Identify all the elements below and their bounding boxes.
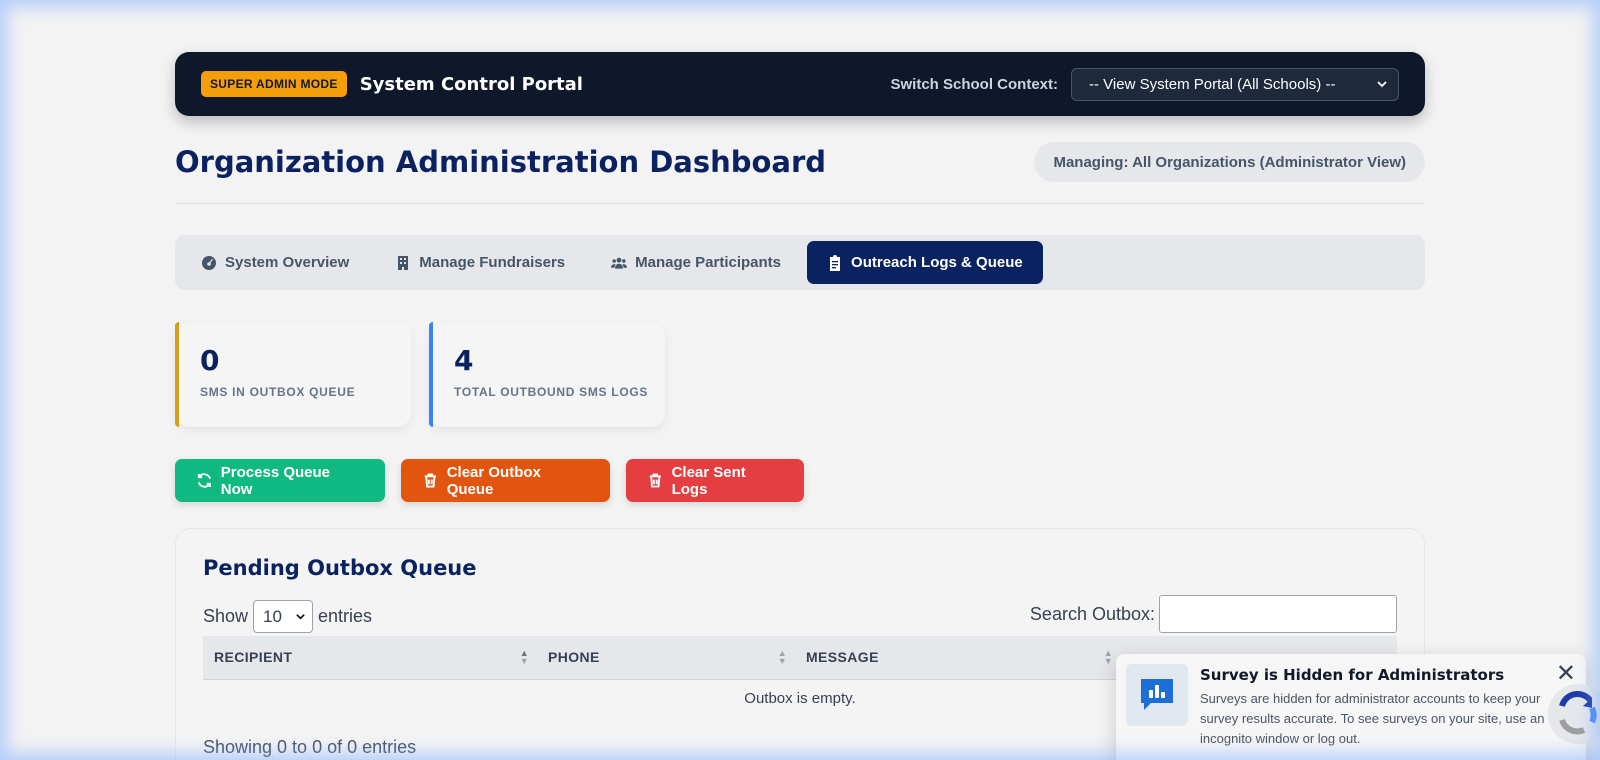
process-queue-button[interactable]: Process Queue Now [175,459,385,502]
column-header-message[interactable]: MESSAGE ▲ ▼ [795,636,1121,680]
column-label: PHONE [548,649,600,666]
panel-title: Pending Outbox Queue [203,556,477,580]
tab-manage-fundraisers[interactable]: Manage Fundraisers [375,241,585,284]
stat-value: 0 [200,344,220,377]
top-bar-left: SUPER ADMIN MODE System Control Portal [201,71,583,97]
context-switcher: Switch School Context: -- View System Po… [890,67,1399,101]
toast-content: Survey is Hidden for Administrators Surv… [1200,664,1554,760]
chevron-down-icon [296,614,305,620]
show-label: Show [203,606,249,626]
tab-manage-participants[interactable]: Manage Participants [591,241,801,284]
stat-label: TOTAL OUTBOUND SMS LOGS [454,385,649,399]
button-label: Process Queue Now [220,463,330,498]
entries-select[interactable]: 10 [253,600,314,633]
refresh-icon [197,473,211,488]
toast-body: Surveys are hidden for administrator acc… [1200,691,1545,746]
trash-icon [649,473,661,488]
tab-label: Manage Fundraisers [419,254,566,271]
column-header-recipient[interactable]: RECIPIENT ▲ ▼ [203,636,537,680]
tab-system-overview[interactable]: System Overview [181,241,369,284]
school-context-value: -- View System Portal (All Schools) -- [1089,75,1336,93]
close-icon[interactable]: ✕ [1556,662,1576,686]
clear-outbox-button[interactable]: Clear Outbox Queue [401,459,610,502]
tab-outreach-logs[interactable]: Outreach Logs & Queue [807,241,1043,284]
column-header-phone[interactable]: PHONE ▲ ▼ [537,636,795,680]
stat-card-outbox-queue: 0 SMS IN OUTBOX QUEUE [175,322,411,427]
trash-icon [424,473,436,488]
tab-label: System Overview [225,254,350,271]
tab-bar: System Overview Manage Fundraisers Manag… [175,235,1425,290]
sort-icon: ▲ ▼ [777,648,787,666]
survey-notice-toast: Survey is Hidden for Administrators Surv… [1116,654,1586,760]
stats-row: 0 SMS IN OUTBOX QUEUE 4 TOTAL OUTBOUND S… [175,322,1425,427]
dashboard-gauge-icon [202,255,216,270]
action-buttons: Process Queue Now Clear Outbox Queue Cle… [175,459,1425,502]
recaptcha-badge[interactable] [1548,684,1600,744]
search-input[interactable] [1159,595,1397,633]
managing-badge: Managing: All Organizations (Administrat… [1034,142,1425,182]
context-label: Switch School Context: [890,75,1058,93]
tab-label: Outreach Logs & Queue [851,254,1023,271]
header-divider [175,203,1425,204]
stat-value: 4 [454,344,474,377]
portal-title: System Control Portal [359,73,583,95]
building-icon [398,255,409,270]
sort-asc-icon: ▲ ▼ [519,648,529,666]
clipboard-icon [830,254,841,271]
clear-sent-logs-button[interactable]: Clear Sent Logs [626,459,804,502]
search-label: Search Outbox: [1029,603,1155,624]
toast-title: Survey is Hidden for Administrators [1200,666,1505,684]
search-control: Search Outbox: [1030,595,1397,633]
page-title: Organization Administration Dashboard [175,145,827,179]
button-label: Clear Sent Logs [671,463,746,498]
page-header: Organization Administration Dashboard Ma… [175,142,1425,182]
users-icon [611,257,628,269]
stat-label: SMS IN OUTBOX QUEUE [200,385,356,399]
chevron-down-icon [1377,81,1387,88]
column-label: MESSAGE [806,649,879,666]
page-length-control: Show 10 entries [203,600,372,633]
stat-card-outbound-logs: 4 TOTAL OUTBOUND SMS LOGS [429,322,665,427]
super-admin-badge: SUPER ADMIN MODE [201,71,347,97]
column-label: RECIPIENT [214,649,293,666]
table-controls: Show 10 entries Search Outbox: [203,595,1397,633]
survey-chart-icon [1126,664,1188,726]
top-bar: SUPER ADMIN MODE System Control Portal S… [175,52,1425,116]
button-label: Clear Outbox Queue [446,463,541,498]
sort-icon: ▲ ▼ [1103,648,1113,666]
tab-label: Manage Participants [635,254,782,271]
entries-value: 10 [263,606,282,626]
school-context-select[interactable]: -- View System Portal (All Schools) -- [1071,67,1399,101]
entries-label: entries [318,606,373,626]
